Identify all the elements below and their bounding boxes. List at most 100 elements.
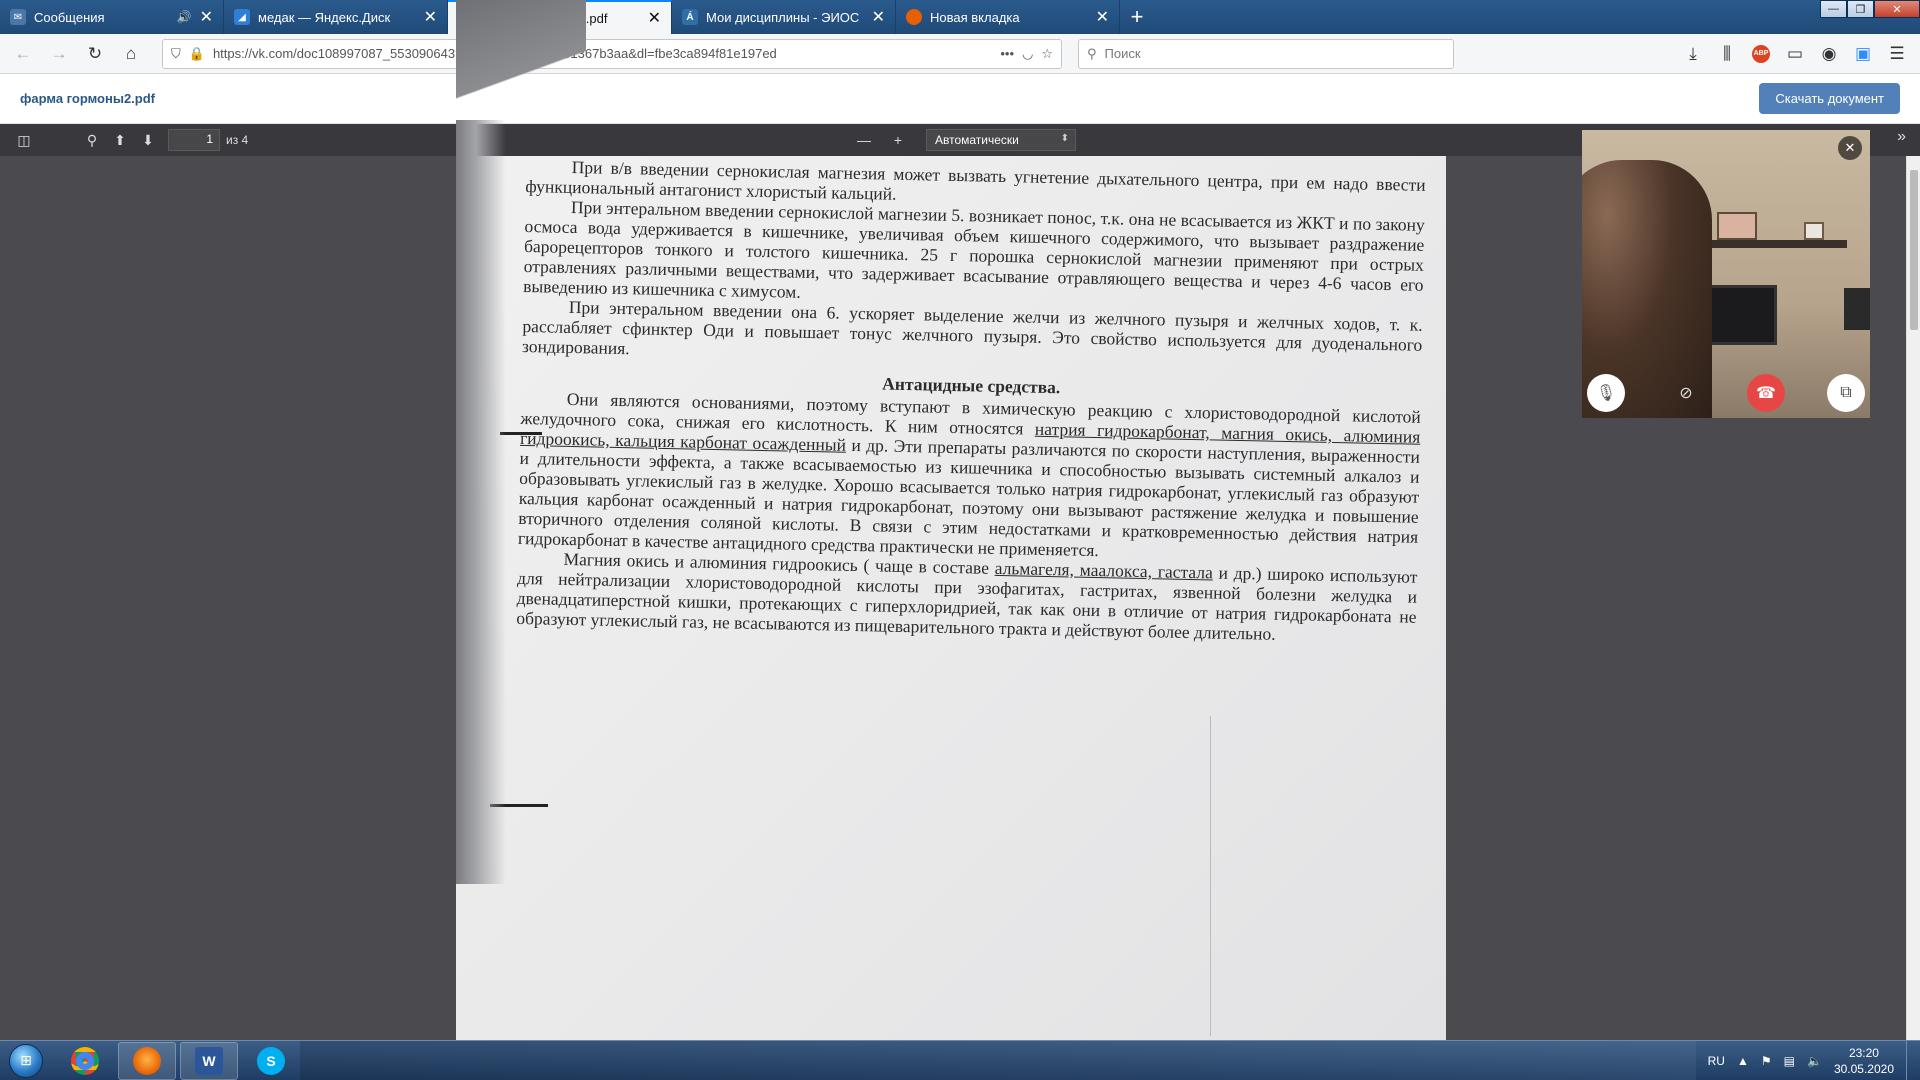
close-tab-icon[interactable]: ✕ — [648, 8, 661, 28]
firefox-icon — [133, 1046, 161, 1075]
scrollbar-thumb[interactable] — [1910, 170, 1918, 330]
taskbar: ⊞ W S RU ▲ ⚑ ▤ 🔈 23:20 30.05.2020 — [0, 1040, 1920, 1080]
yandex-disk-icon: ◢ — [234, 9, 250, 25]
action-center-icon[interactable]: ⚑ — [1761, 1054, 1772, 1068]
hang-up-button[interactable]: ☎ — [1747, 374, 1785, 412]
download-icon[interactable]: ⤓ — [1678, 39, 1708, 69]
paper-crease — [1210, 716, 1211, 1036]
toggle-sidebar-icon[interactable]: ◫ — [10, 128, 38, 152]
tab-title: Мои дисциплины - ЭИОС — [706, 9, 860, 25]
page-fold — [456, 0, 586, 130]
taskbar-word[interactable]: W — [180, 1041, 238, 1080]
toolbar-icons: ⤓ ⫼ ABP ▭ ◉ ▣ ☰ — [1678, 39, 1912, 69]
minimize-button[interactable]: — — [1820, 0, 1847, 18]
window-controls: — ❐ ✕ — [1820, 0, 1920, 18]
windows-logo-icon: ⊞ — [9, 1043, 43, 1078]
library-icon[interactable]: ⫼ — [1712, 39, 1742, 69]
close-window-button[interactable]: ✕ — [1874, 0, 1920, 18]
zoom-select[interactable]: Автоматически — [926, 129, 1076, 151]
video-frame — [1717, 212, 1757, 240]
search-field[interactable]: ⚲ Поиск — [1078, 38, 1454, 69]
document-header: фарма гормоны2.pdf Скачать документ — [0, 74, 1920, 124]
clock[interactable]: 23:20 30.05.2020 — [1834, 1045, 1894, 1077]
video-call-overlay[interactable]: ✕ 🎙 ⊘ ☎ ⧉ — [1582, 130, 1870, 418]
word-icon: W — [195, 1046, 223, 1075]
tab-strip: ✉ Сообщения 🔊 ✕ ◢ медак — Яндекс.Диск ✕ … — [0, 0, 1920, 34]
previous-page-icon[interactable]: ⬆ — [106, 128, 134, 152]
lock-icon[interactable]: 🔒 — [189, 46, 205, 62]
new-tab-button[interactable]: + — [1120, 0, 1154, 34]
clock-date: 30.05.2020 — [1833, 1061, 1894, 1076]
system-tray: RU ▲ ⚑ ▤ 🔈 23:20 30.05.2020 — [1696, 1045, 1906, 1077]
adblock-label: ABP — [1752, 44, 1770, 63]
start-button[interactable]: ⊞ — [0, 1041, 52, 1080]
tab-messages[interactable]: ✉ Сообщения 🔊 ✕ — [0, 0, 224, 34]
search-placeholder: Поиск — [1104, 46, 1141, 61]
volume-icon[interactable]: 🔈 — [1807, 1054, 1822, 1068]
video-frame — [1804, 222, 1824, 240]
tab-yandex-disk[interactable]: ◢ медак — Яндекс.Диск ✕ — [224, 0, 448, 34]
page-number-input[interactable]: 1 — [168, 129, 220, 151]
paragraph: Они являются основаниями, поэтому вступа… — [518, 388, 1421, 567]
bookmark-star-icon[interactable]: ☆ — [1041, 46, 1053, 62]
close-tab-icon[interactable]: ✕ — [1096, 7, 1109, 27]
language-indicator[interactable]: RU — [1708, 1054, 1725, 1068]
url-bar[interactable]: ⛉ 🔒 https://vk.com/doc108997087_55309064… — [162, 38, 1062, 69]
chrome-icon — [71, 1046, 99, 1075]
forward-button[interactable]: → — [44, 39, 74, 69]
pocket-icon[interactable]: ◡ — [1022, 46, 1033, 62]
tab-eios[interactable]: Á Мои дисциплины - ЭИОС ✕ — [672, 0, 896, 34]
tab-title: Сообщения — [34, 9, 105, 25]
zoom-in-icon[interactable]: + — [884, 128, 912, 152]
shield-icon[interactable]: ⛉ — [171, 46, 181, 62]
zoom-controls: — + Автоматически — [850, 128, 1076, 152]
close-tab-icon[interactable]: ✕ — [424, 7, 437, 27]
expand-toolbar-icon[interactable]: » — [1897, 128, 1906, 146]
scrollbar[interactable] — [1906, 156, 1920, 1040]
download-document-button[interactable]: Скачать документ — [1759, 83, 1900, 114]
camera-off-button[interactable]: ⊘ — [1667, 374, 1705, 412]
firefox-icon — [906, 9, 922, 25]
pdf-page: При в/в введении сернокислая магнезия мо… — [456, 156, 1446, 1040]
eios-icon: Á — [682, 9, 698, 25]
speaker-icon[interactable]: 🔊 — [177, 10, 192, 24]
skype-icon: S — [257, 1046, 285, 1075]
page-count: из 4 — [226, 133, 249, 147]
tab-new[interactable]: Новая вкладка ✕ — [896, 0, 1120, 34]
vk-messages-icon: ✉ — [10, 9, 26, 25]
url-text[interactable]: https://vk.com/doc108997087_553090643?ha… — [213, 46, 992, 61]
zoom-out-icon[interactable]: — — [850, 128, 878, 152]
back-button[interactable]: ← — [8, 39, 38, 69]
page-shadow — [456, 120, 506, 884]
taskbar-skype[interactable]: S — [242, 1042, 300, 1080]
paragraph: При энтеральном введении сернокислой маг… — [523, 196, 1425, 302]
close-call-icon[interactable]: ✕ — [1838, 136, 1862, 160]
page-actions-icon[interactable]: ••• — [1000, 46, 1014, 61]
close-tab-icon[interactable]: ✕ — [200, 7, 213, 27]
clock-time: 23:20 — [1848, 1045, 1879, 1060]
taskbar-chrome[interactable] — [56, 1042, 114, 1080]
find-icon[interactable]: ⚲ — [78, 128, 106, 152]
maximize-button[interactable]: ❐ — [1847, 0, 1874, 18]
picture-in-picture-button[interactable]: ⧉ — [1827, 374, 1865, 412]
show-desktop-button[interactable] — [1906, 1040, 1920, 1080]
adblock-icon[interactable]: ABP — [1746, 39, 1776, 69]
tab-title: медак — Яндекс.Диск — [258, 9, 391, 25]
taskbar-firefox[interactable] — [118, 1041, 176, 1080]
zoom-extension-icon[interactable]: ▣ — [1848, 39, 1878, 69]
microphone-button[interactable]: 🎙 — [1587, 374, 1625, 412]
taskbar-empty — [300, 1040, 1696, 1080]
document-text: При в/в введении сернокислая магнезия мо… — [516, 156, 1426, 647]
menu-icon[interactable]: ☰ — [1882, 39, 1912, 69]
account-icon[interactable]: ◉ — [1814, 39, 1844, 69]
document-name[interactable]: фарма гормоны2.pdf — [20, 91, 155, 106]
reload-button[interactable]: ↻ — [80, 39, 110, 69]
show-hidden-icons[interactable]: ▲ — [1737, 1054, 1749, 1068]
network-icon[interactable]: ▤ — [1784, 1054, 1795, 1068]
next-page-icon[interactable]: ⬇ — [134, 128, 162, 152]
home-button[interactable]: ⌂ — [116, 39, 146, 69]
navigation-bar: ← → ↻ ⌂ ⛉ 🔒 https://vk.com/doc108997087_… — [0, 34, 1920, 74]
text-run: и др. Эти препараты различаются по скоро… — [517, 434, 1421, 561]
close-tab-icon[interactable]: ✕ — [872, 7, 885, 27]
sidebar-icon[interactable]: ▭ — [1780, 39, 1810, 69]
